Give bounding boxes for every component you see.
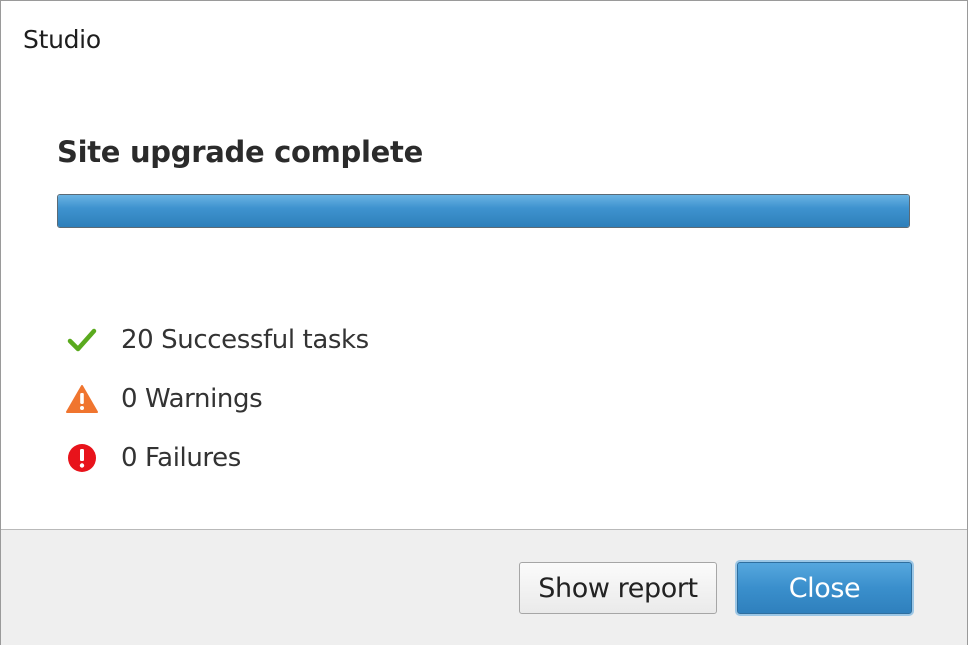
show-report-button[interactable]: Show report — [519, 562, 717, 614]
status-heading: Site upgrade complete — [57, 135, 423, 169]
warnings-label: 0 Warnings — [121, 384, 263, 414]
successful-tasks-label: 20 Successful tasks — [121, 325, 369, 355]
progress-bar — [57, 194, 910, 228]
summary-warnings-row: 0 Warnings — [65, 382, 263, 416]
checkmark-icon — [65, 323, 99, 357]
progress-bar-fill — [58, 195, 909, 227]
failures-label: 0 Failures — [121, 443, 241, 473]
warning-triangle-icon — [65, 382, 99, 416]
summary-successful-row: 20 Successful tasks — [65, 323, 369, 357]
upgrade-complete-dialog: Studio Site upgrade complete 20 Successf… — [0, 0, 968, 645]
close-button[interactable]: Close — [737, 562, 912, 614]
error-circle-icon — [65, 441, 99, 475]
window-title: Studio — [23, 25, 101, 54]
dialog-footer: Show report Close — [1, 529, 967, 645]
summary-failures-row: 0 Failures — [65, 441, 241, 475]
